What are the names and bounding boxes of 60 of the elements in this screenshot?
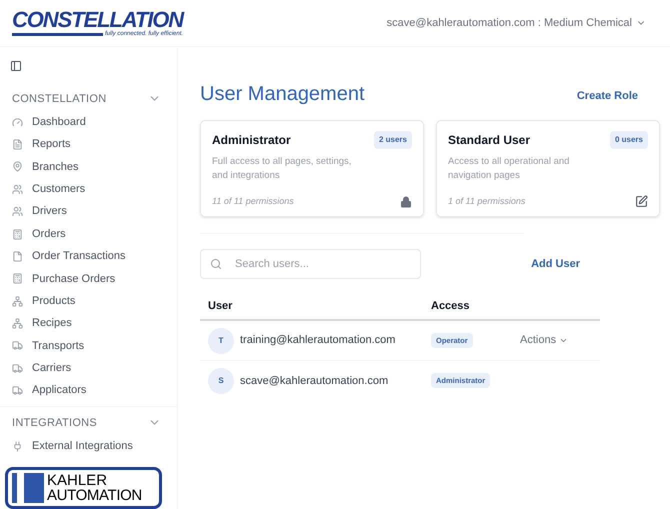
plug-icon [12, 440, 23, 452]
sidebar-item[interactable]: Transports [0, 334, 177, 358]
sidebar-item[interactable]: Order Transactions [0, 245, 177, 268]
map-pin-icon [12, 161, 23, 172]
logo-line: KAHLER [47, 473, 108, 488]
user-email: training@kahlerautomation.com [240, 333, 396, 348]
sidebar-item[interactable]: Orders [0, 222, 177, 246]
sidebar-item[interactable]: Purchase Orders [0, 268, 177, 290]
sidebar-item[interactable]: Drivers [0, 200, 177, 223]
section-title: CONSTELLATION [12, 92, 106, 107]
logo-line: AUTOMATION [47, 488, 142, 504]
sidebar-item[interactable]: External Integrations [0, 434, 177, 458]
lock-icon [400, 196, 412, 208]
user-avatar: T [208, 328, 234, 354]
users-icon [12, 184, 23, 195]
role-name: Standard User [448, 132, 530, 149]
sidebar-item[interactable]: Applicators [0, 380, 177, 402]
chevron-icon [559, 336, 568, 345]
search-field[interactable]: Search users... [200, 249, 421, 279]
role-card[interactable]: Standard User 0 users Access to all operational and navigation pages 1 of 11 permissions [436, 120, 660, 217]
sidebar-item[interactable]: Products [0, 290, 177, 312]
sidebar-item[interactable]: Branches [0, 156, 177, 178]
page-title: User Management [200, 82, 365, 107]
sidebar-item[interactable]: Recipes [0, 312, 177, 335]
user-count: 0 users [610, 131, 648, 149]
gauge-icon [12, 116, 23, 128]
users-icon [12, 206, 23, 218]
role-description: Full access to all pages, settings, and integrations [212, 155, 352, 183]
calculator-icon [12, 273, 23, 284]
sidebar-item[interactable]: Reports [0, 133, 177, 156]
truck-icon [12, 340, 23, 352]
sidebar-toggle-icon[interactable] [10, 60, 22, 72]
sidebar-item[interactable]: Customers [0, 178, 177, 200]
logo-name: CONSTELLATION [12, 9, 184, 31]
calculator-icon [12, 228, 23, 240]
role-card[interactable]: Administrator 2 users Full access to all pages, settings, and integrations 11 of 11 permissions [200, 120, 424, 217]
column-header: User [207, 298, 234, 314]
account-menu[interactable]: scave@kahlerautomation.com : Medium Chemical [386, 14, 646, 32]
document-icon [12, 138, 23, 150]
sidebar-item[interactable]: Carriers [0, 357, 177, 380]
add-user-link[interactable]: Add User [531, 256, 580, 272]
hierarchy-icon [12, 296, 23, 307]
edit-icon[interactable] [635, 195, 648, 208]
user-email: scave@kahlerautomation.com [240, 374, 388, 389]
sidebar-item[interactable]: Dashboard [0, 110, 177, 134]
create-role-link[interactable]: Create Role [576, 88, 638, 104]
hierarchy-icon [12, 318, 23, 330]
file-icon [12, 250, 23, 262]
search-icon [210, 258, 222, 270]
column-header: Access [431, 298, 470, 314]
actions-menu[interactable]: Actions [520, 332, 568, 349]
section-title: INTEGRATIONS [12, 416, 97, 431]
role-description: Access to all operational and navigation pages [448, 155, 570, 183]
truck-icon [12, 385, 23, 396]
truck-icon [12, 362, 23, 374]
user-count: 2 users [374, 131, 412, 149]
permissions-count: 11 of 11 permissions [212, 194, 294, 208]
permissions-count: 1 of 11 permissions [448, 194, 526, 208]
user-avatar: S [208, 368, 234, 394]
role-name: Administrator [212, 132, 291, 149]
